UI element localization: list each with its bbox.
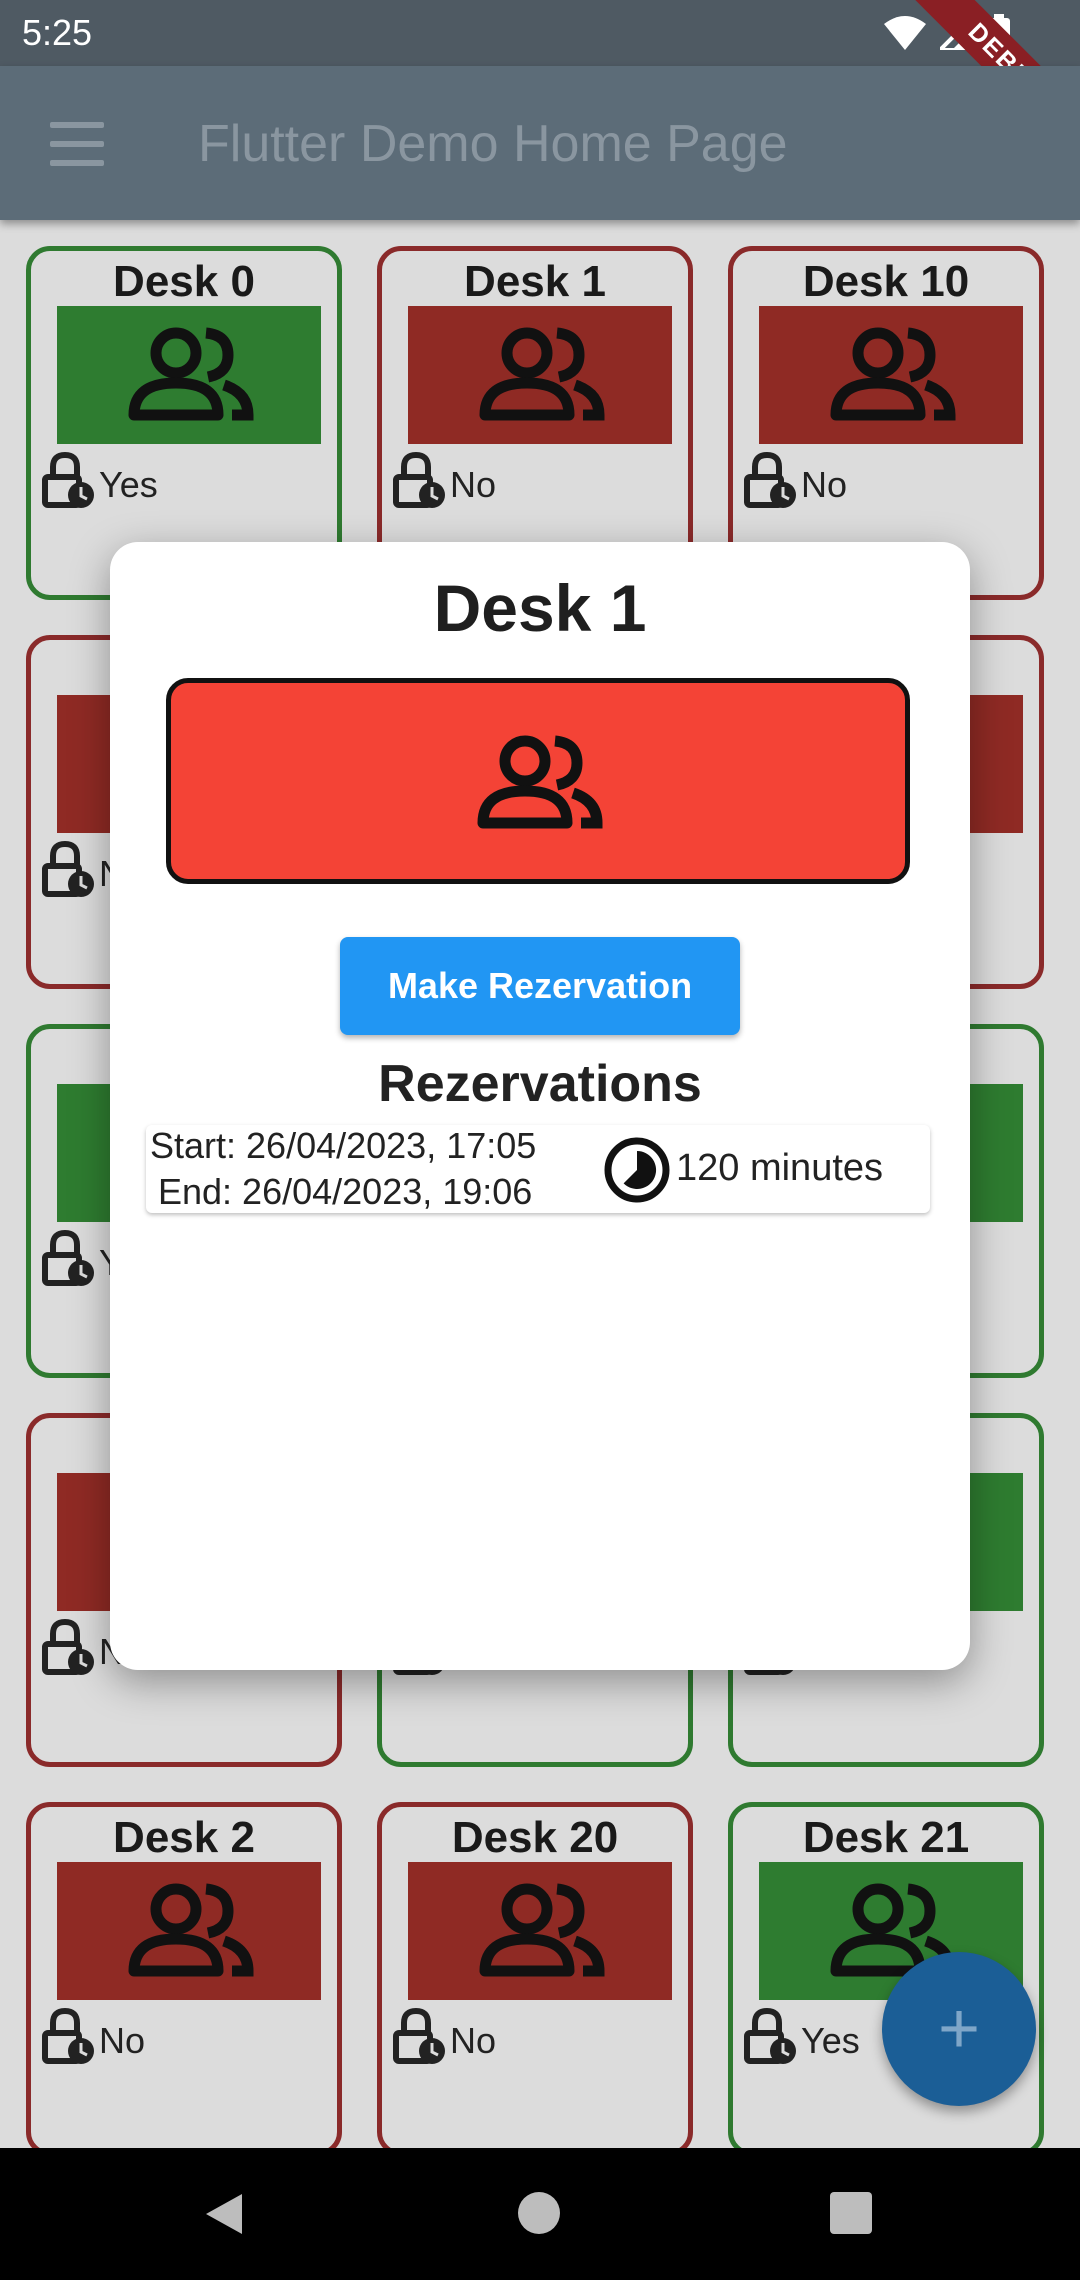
desk-availability: No bbox=[41, 2007, 145, 2074]
reservation-end: End: 26/04/2023, 19:06 bbox=[158, 1171, 533, 1212]
lock-clock-icon bbox=[41, 1229, 99, 1296]
people-icon bbox=[124, 325, 254, 426]
desk-availability: Yes bbox=[743, 2007, 860, 2074]
desk-card[interactable]: Desk 20 No bbox=[377, 1802, 693, 2150]
desk-name: Desk 0 bbox=[113, 257, 255, 306]
desk-name: Desk 21 bbox=[802, 1813, 970, 1862]
availability-label: Yes bbox=[801, 2019, 860, 2061]
lock-clock-icon bbox=[41, 840, 99, 907]
availability-label: Yes bbox=[99, 463, 158, 505]
dialog-title: Desk 1 bbox=[433, 571, 647, 645]
desk-name: Desk 20 bbox=[451, 1813, 619, 1862]
reservation-card[interactable]: Start: 26/04/2023, 17:05 End: 26/04/2023… bbox=[146, 1125, 930, 1213]
lock-clock-icon bbox=[743, 451, 801, 518]
wifi-icon bbox=[884, 16, 926, 50]
desk-status-box bbox=[759, 306, 1023, 444]
desk-status-box bbox=[408, 1862, 672, 2000]
status-bar: 5:25 DEBUG bbox=[0, 0, 1080, 184]
desk-availability: No bbox=[392, 2007, 496, 2074]
desk-name: Desk 1 bbox=[464, 257, 606, 306]
desk-name: Desk 2 bbox=[113, 1813, 255, 1862]
home-icon[interactable] bbox=[518, 2192, 560, 2234]
menu-icon[interactable] bbox=[50, 122, 104, 166]
availability-label: No bbox=[99, 2019, 146, 2061]
desk-name: Desk 10 bbox=[802, 257, 970, 306]
lock-clock-icon bbox=[392, 2007, 450, 2074]
lock-clock-icon bbox=[743, 2007, 801, 2074]
status-time: 5:25 bbox=[22, 12, 93, 53]
reservations-title: Rezervations bbox=[378, 1055, 702, 1113]
lock-clock-icon bbox=[41, 2007, 99, 2074]
system-nav-bar bbox=[0, 2148, 1080, 2280]
desk-availability: No bbox=[392, 451, 496, 518]
desk-dialog: Desk 1 Make Rezervation Rezervations Sta… bbox=[110, 542, 970, 1670]
availability-label: No bbox=[450, 463, 497, 505]
make-reservation-button[interactable]: Make Rezervation bbox=[340, 937, 740, 1035]
people-icon bbox=[475, 1881, 605, 1982]
timelapse-icon bbox=[604, 1137, 670, 1203]
add-fab-button[interactable]: + bbox=[882, 1952, 1036, 2106]
lock-clock-icon bbox=[41, 451, 99, 518]
app-title: Flutter Demo Home Page bbox=[198, 115, 788, 173]
desk-status-box bbox=[166, 678, 910, 884]
recents-icon[interactable] bbox=[830, 2192, 872, 2234]
reservation-start: Start: 26/04/2023, 17:05 bbox=[150, 1125, 537, 1166]
people-icon bbox=[477, 735, 603, 829]
desk-status-box bbox=[57, 1862, 321, 2000]
people-icon bbox=[124, 1881, 254, 1982]
desk-availability: No bbox=[743, 451, 847, 518]
lock-clock-icon bbox=[41, 1618, 99, 1685]
lock-clock-icon bbox=[392, 451, 450, 518]
desk-status-box bbox=[408, 306, 672, 444]
desk-status-box bbox=[57, 306, 321, 444]
people-icon bbox=[475, 325, 605, 426]
availability-label: No bbox=[801, 463, 848, 505]
desk-availability: Yes bbox=[41, 451, 158, 518]
reservation-duration: 120 minutes bbox=[676, 1147, 884, 1189]
app-bar: Flutter Demo Home Page bbox=[0, 66, 1080, 220]
people-icon bbox=[826, 325, 956, 426]
back-icon[interactable] bbox=[202, 2190, 246, 2238]
add-icon: + bbox=[937, 1989, 981, 2069]
desk-card[interactable]: Desk 2 No bbox=[26, 1802, 342, 2150]
availability-label: No bbox=[450, 2019, 497, 2061]
